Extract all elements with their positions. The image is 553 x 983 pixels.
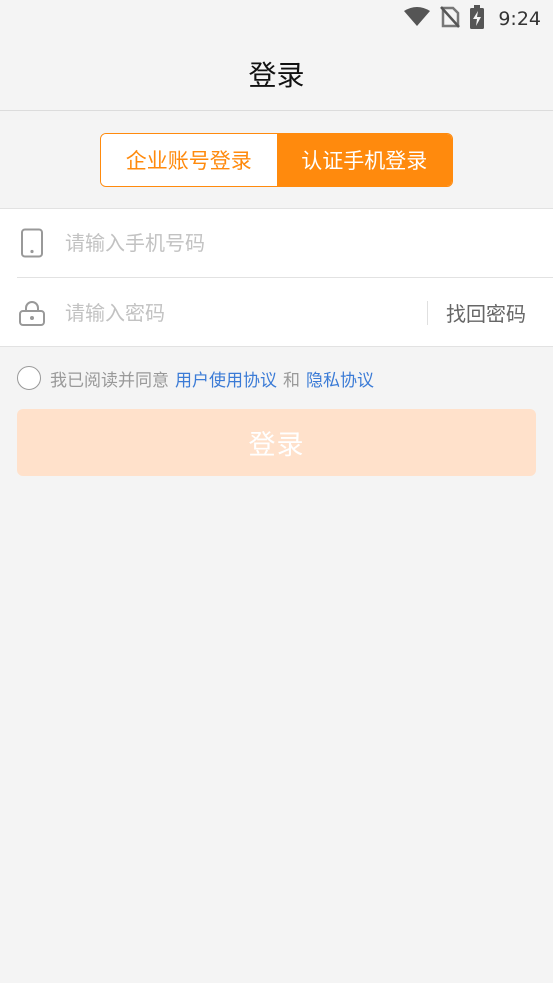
phone-icon	[17, 228, 47, 258]
lock-icon	[17, 298, 47, 328]
password-row: 找回密码	[17, 278, 553, 347]
find-password-link[interactable]: 找回密码	[446, 298, 526, 327]
phone-input[interactable]	[65, 223, 553, 263]
login-form: 找回密码	[0, 208, 553, 347]
battery-charging-icon	[470, 5, 485, 33]
privacy-policy-link[interactable]: 隐私协议	[306, 366, 374, 391]
tab-enterprise-login[interactable]: 企业账号登录	[101, 134, 277, 186]
user-agreement-link[interactable]: 用户使用协议	[175, 366, 277, 391]
phone-row	[17, 209, 553, 278]
agreement-prefix: 我已阅读并同意	[50, 370, 169, 391]
segmented-control: 企业账号登录 认证手机登录	[100, 133, 453, 187]
page-title: 登录	[248, 59, 305, 92]
agreement-row: 我已阅读并同意 用户使用协议 和 隐私协议	[17, 364, 374, 392]
header: 登录	[0, 38, 553, 111]
no-sim-icon	[440, 6, 461, 32]
agreement-and: 和	[283, 370, 300, 391]
status-bar: 9:24	[0, 0, 553, 38]
divider	[427, 300, 428, 325]
status-time: 9:24	[498, 8, 541, 30]
password-input[interactable]	[65, 292, 427, 333]
tab-phone-login[interactable]: 认证手机登录	[276, 134, 452, 186]
login-type-tabs: 企业账号登录 认证手机登录	[0, 111, 553, 208]
agreement-checkbox[interactable]	[17, 366, 41, 390]
login-button[interactable]: 登录	[17, 409, 536, 476]
wifi-icon	[404, 7, 431, 31]
